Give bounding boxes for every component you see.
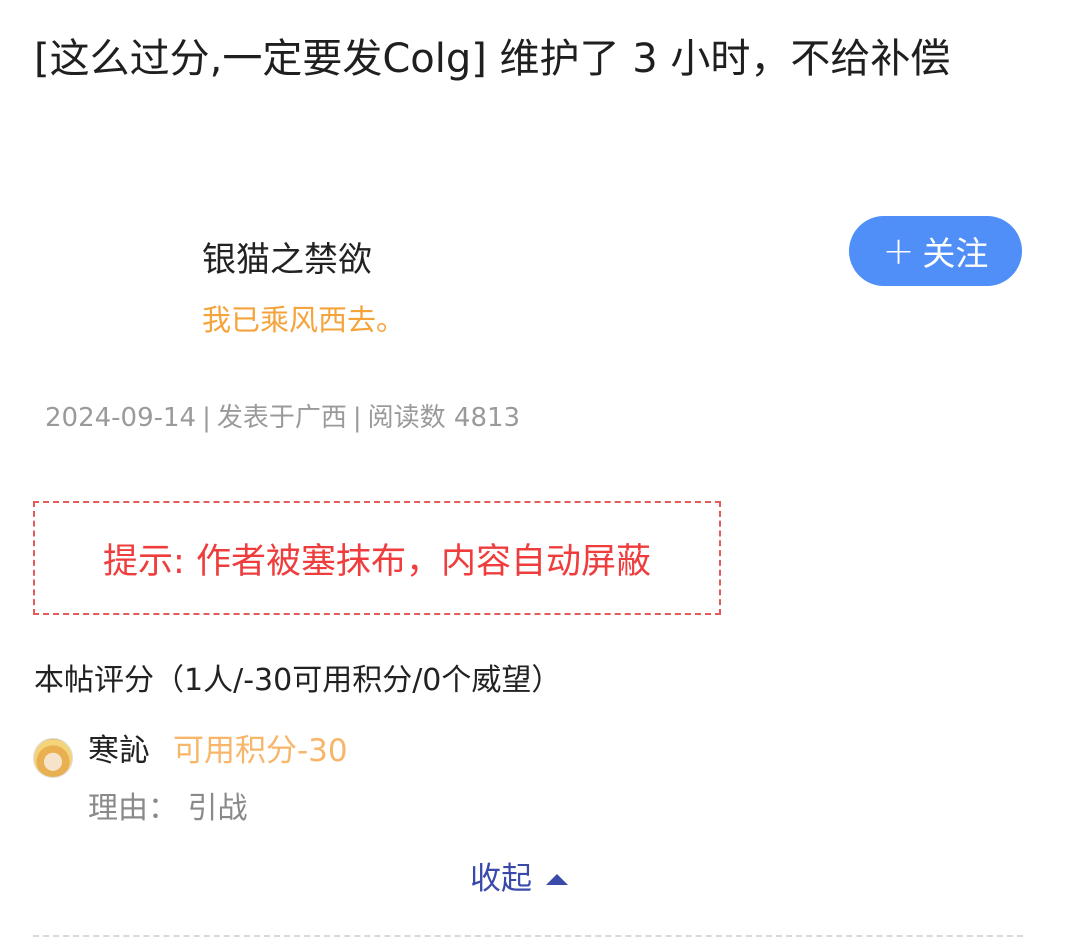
rating-reason: 理由： 引战 <box>88 791 248 826</box>
collapse-label: 收起 <box>470 861 532 897</box>
post-date: 2024-09-14 <box>45 403 197 433</box>
collapse-button[interactable]: 收起 <box>470 856 568 902</box>
follow-button[interactable]: + 关注 <box>849 216 1022 286</box>
rater-name[interactable]: 寒訫 <box>88 728 150 774</box>
post-location: 发表于广西 <box>216 403 347 433</box>
read-count: 阅读数 4813 <box>367 403 521 433</box>
avatar[interactable] <box>33 738 73 778</box>
blocked-content-notice: 提示: 作者被塞抹布，内容自动屏蔽 <box>33 501 721 615</box>
rating-summary: 本帖评分（1人/-30可用积分/0个威望） <box>34 663 562 698</box>
post-title: [这么过分,一定要发Colg] 维护了 3 小时，不给补偿 <box>34 36 951 82</box>
author-name[interactable]: 银猫之禁欲 <box>202 236 372 284</box>
caret-up-icon <box>546 873 568 885</box>
rater-score: 可用积分-30 <box>173 733 348 769</box>
meta-separator: | <box>352 403 362 433</box>
plus-icon: + <box>882 229 915 273</box>
follow-label: 关注 <box>922 234 989 273</box>
author-signature: 我已乘风西去。 <box>202 303 406 337</box>
notice-text: 提示: 作者被塞抹布，内容自动屏蔽 <box>103 541 651 582</box>
post-meta: 2024-09-14 | 发表于广西 | 阅读数 4813 <box>45 398 520 438</box>
meta-separator: | <box>202 403 211 433</box>
divider <box>33 935 1023 937</box>
